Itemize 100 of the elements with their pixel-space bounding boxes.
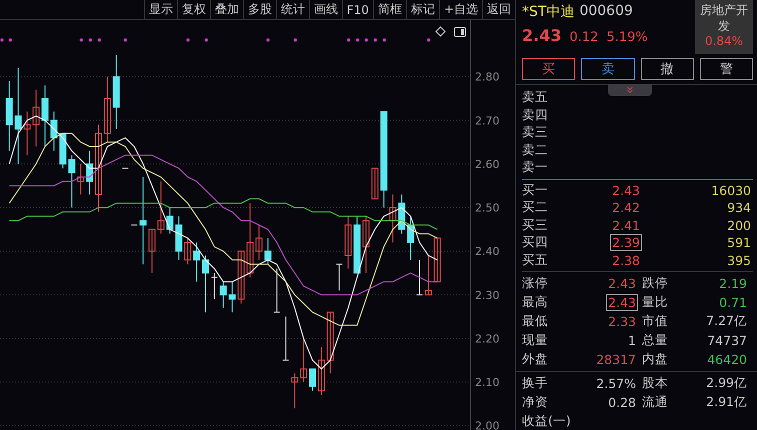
price-axis-label: 2.20 <box>475 332 500 346</box>
candle <box>300 338 308 383</box>
toolbar-button[interactable]: 多股 <box>242 0 276 19</box>
stat-label: 跌停 <box>642 275 668 292</box>
candle <box>371 168 378 200</box>
candle <box>362 216 370 274</box>
stat-value: 2.99亿 <box>705 374 748 392</box>
toolbar-button[interactable]: 画线 <box>308 0 342 19</box>
stat-label: 流通 <box>642 394 668 412</box>
candle <box>336 264 343 291</box>
candle <box>166 207 174 234</box>
stat-label: 最低 <box>522 313 548 330</box>
chevrons-down-icon <box>625 85 635 96</box>
candle <box>86 150 94 195</box>
stat-label: 收益(一) <box>522 412 571 430</box>
bid-volume: 591 <box>726 234 752 252</box>
stat-value: 1 <box>627 332 637 350</box>
sector-card[interactable]: 房地产开发 0.84% <box>695 0 753 54</box>
candle <box>59 132 66 169</box>
candle <box>42 84 48 147</box>
last-price: 2.43 <box>522 26 562 45</box>
stat-value: 2.33 <box>607 313 637 330</box>
bid-volume: 395 <box>726 252 752 269</box>
bid-price: 2.39 <box>610 234 642 252</box>
ask-label: 卖一 <box>522 159 549 176</box>
candle <box>193 242 200 282</box>
ask-label: 卖五 <box>522 89 549 106</box>
diamond-icon[interactable] <box>435 26 446 37</box>
candle <box>309 368 316 392</box>
bid-volume: 16030 <box>710 182 752 199</box>
stat-label: 换手 <box>522 375 548 392</box>
candle <box>77 163 84 195</box>
candle <box>228 281 236 313</box>
candle <box>344 216 352 270</box>
collapse-tab[interactable] <box>608 84 652 96</box>
candle <box>282 316 290 361</box>
candle <box>104 76 111 143</box>
bid-volume: 200 <box>726 216 752 234</box>
bid-label: 买四 <box>522 234 549 252</box>
candle <box>318 346 325 396</box>
candle <box>50 111 58 152</box>
ask-label: 卖二 <box>522 142 549 159</box>
stat-value: 2.19 <box>718 275 748 292</box>
candle <box>184 238 192 265</box>
toolbar-button[interactable]: F10 <box>342 0 373 19</box>
candle <box>416 259 423 296</box>
candle <box>354 216 361 274</box>
bid-price: 2.41 <box>611 216 641 234</box>
candle <box>220 281 227 308</box>
toolbar-button[interactable]: 统计 <box>276 0 309 19</box>
candle <box>24 111 31 156</box>
stat-label: 股本 <box>642 375 668 392</box>
stat-value: 74737 <box>706 332 748 350</box>
candle <box>157 180 164 234</box>
sector-change: 0.84% <box>704 34 744 48</box>
trade-button[interactable]: 卖 <box>581 58 634 80</box>
toolbar-button[interactable]: 显示 <box>144 0 177 19</box>
candle <box>273 268 280 313</box>
stat-value: 28317 <box>595 351 637 368</box>
price-axis-label: 2.30 <box>475 288 500 302</box>
stat-label: 市值 <box>642 313 668 330</box>
candle <box>398 194 406 234</box>
stat-value: 2.57% <box>595 375 637 392</box>
stat-label: 总量 <box>642 332 668 350</box>
trade-button[interactable]: 撤 <box>640 58 694 80</box>
candle <box>32 89 40 147</box>
candle <box>326 312 334 374</box>
stock-name: *ST中迪 <box>522 3 574 21</box>
toolbar-button[interactable]: 叠加 <box>210 0 243 19</box>
candle <box>291 372 298 409</box>
toolbar-button[interactable]: 简框 <box>372 0 406 19</box>
price-axis-label: 2.80 <box>475 70 500 84</box>
sector-name: 房地产开发 <box>699 2 749 34</box>
toolbar-button[interactable]: +自选 <box>438 0 482 19</box>
candle <box>148 228 156 274</box>
trade-button[interactable]: 警 <box>700 58 753 80</box>
candle <box>175 216 182 260</box>
ask-label: 卖四 <box>522 106 549 124</box>
bid-label: 买二 <box>522 199 549 216</box>
stat-label: 外盘 <box>522 351 548 368</box>
candle <box>68 154 76 208</box>
panel-toggle-icon[interactable] <box>454 26 466 36</box>
stat-label: 最高 <box>522 294 548 312</box>
price-axis-label: 2.70 <box>475 114 500 128</box>
stat-label: 净资 <box>522 394 548 412</box>
stat-value: 2.43 <box>607 275 637 292</box>
stat-value: 0.71 <box>718 294 748 312</box>
candle <box>210 272 218 300</box>
toolbar-button[interactable]: 复权 <box>176 0 210 19</box>
toolbar-button[interactable]: 标记 <box>406 0 439 19</box>
candle <box>6 80 13 152</box>
stat-label: 涨停 <box>522 275 548 292</box>
change-percent: 5.19% <box>606 30 648 45</box>
toolbar-button[interactable]: 返回 <box>482 0 515 19</box>
candle <box>434 238 441 282</box>
bid-label: 买一 <box>522 182 549 199</box>
bid-label: 买五 <box>522 252 549 269</box>
candle <box>202 255 209 313</box>
stat-value: 2.43 <box>606 294 638 312</box>
trade-button[interactable]: 买 <box>522 58 576 80</box>
